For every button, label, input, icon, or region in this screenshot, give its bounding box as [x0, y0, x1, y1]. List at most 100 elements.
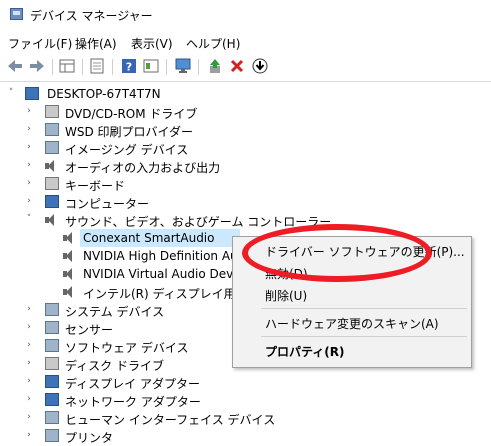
expand-arrow-icon[interactable]: › — [24, 304, 34, 314]
expand-arrow-icon[interactable]: › — [24, 412, 34, 422]
expand-arrow-icon[interactable]: › — [24, 160, 34, 170]
expand-arrow-icon[interactable]: › — [24, 376, 34, 386]
expand-arrow-icon[interactable]: › — [24, 430, 34, 440]
expand-arrow-icon[interactable]: › — [24, 142, 34, 152]
speaker-icon — [63, 249, 73, 262]
collapse-arrow-icon[interactable]: ˅ — [6, 88, 16, 98]
disk-drive-icon — [45, 357, 59, 370]
speaker-icon — [63, 231, 73, 244]
speaker-icon — [45, 159, 55, 172]
menu-update-driver[interactable]: ドライバー ソフトウェアの更新(P)... — [265, 243, 465, 260]
tree-category[interactable]: › イメージング デバイス — [0, 139, 491, 157]
expand-arrow-icon[interactable]: › — [24, 322, 34, 332]
speaker-icon — [63, 267, 73, 280]
expand-arrow-icon[interactable]: › — [24, 178, 34, 188]
category-label: プリンタ — [65, 431, 114, 445]
camera-icon — [45, 141, 59, 154]
expand-arrow-icon[interactable]: › — [24, 196, 34, 206]
tree-category[interactable]: › ネットワーク アダプター — [0, 391, 491, 409]
title-bar: デバイス マネージャー — [0, 0, 491, 32]
printer-icon — [45, 123, 59, 136]
expand-arrow-icon[interactable]: › — [24, 106, 34, 116]
category-label: WSD 印刷プロバイダー — [65, 125, 194, 139]
properties-grid-icon[interactable] — [58, 57, 76, 75]
dvd-drive-icon — [45, 105, 59, 118]
software-device-icon — [45, 339, 59, 352]
menu-action[interactable]: 操作(A) — [75, 35, 117, 52]
category-label: ソフトウェア デバイス — [65, 341, 189, 355]
tree-category-sound[interactable]: ˅ サウンド、ビデオ、およびゲーム コントローラー — [0, 211, 491, 229]
display-adapter-icon — [45, 375, 59, 388]
hid-icon — [45, 411, 59, 424]
page-icon[interactable] — [88, 57, 106, 75]
menu-help[interactable]: ヘルプ(H) — [186, 35, 240, 52]
tree-category[interactable]: › DVD/CD-ROM ドライブ — [0, 103, 491, 121]
sensor-icon — [45, 321, 59, 334]
forward-icon[interactable] — [28, 57, 46, 75]
collapse-arrow-icon[interactable]: ˅ — [24, 214, 34, 224]
category-label: ネットワーク アダプター — [65, 395, 201, 409]
category-label: DVD/CD-ROM ドライブ — [65, 107, 198, 121]
toolbar-separator — [52, 59, 53, 75]
menu-uninstall[interactable]: 削除(U) — [265, 287, 307, 304]
update-driver-icon[interactable] — [206, 57, 224, 75]
category-label: システム デバイス — [65, 305, 165, 319]
tree-category[interactable]: › WSD 印刷プロバイダー — [0, 121, 491, 139]
device-label: Conexant SmartAudio — [83, 231, 215, 245]
download-icon[interactable] — [251, 57, 269, 75]
tree-category[interactable]: › オーディオの入力および出力 — [0, 157, 491, 175]
category-label: ヒューマン インターフェイス デバイス — [65, 413, 276, 427]
expand-arrow-icon[interactable]: › — [24, 124, 34, 134]
tree-category[interactable]: › コンピューター — [0, 193, 491, 211]
root-label: DESKTOP-67T4T7N — [47, 87, 161, 101]
expand-arrow-icon[interactable]: › — [24, 340, 34, 350]
monitor-icon[interactable] — [174, 57, 192, 75]
category-label: ディスク ドライブ — [65, 359, 164, 373]
svg-text:?: ? — [126, 61, 132, 74]
help-icon[interactable]: ? — [120, 57, 138, 75]
system-devices-icon — [45, 303, 59, 316]
tree-category[interactable]: › キーボード — [0, 175, 491, 193]
computer-icon — [25, 87, 39, 100]
menu-separator — [261, 308, 467, 309]
menu-bar: ファイル(F) 操作(A) 表示(V) ヘルプ(H) — [0, 31, 491, 53]
device-label: NVIDIA Virtual Audio Devic — [83, 267, 244, 281]
view-icon[interactable] — [142, 57, 160, 75]
expand-arrow-icon[interactable]: › — [24, 394, 34, 404]
category-label: キーボード — [65, 179, 126, 193]
toolbar-separator — [82, 59, 83, 75]
category-label: オーディオの入力および出力 — [65, 161, 221, 175]
printer-icon — [45, 429, 59, 442]
category-label: サウンド、ビデオ、およびゲーム コントローラー — [65, 215, 332, 229]
menu-file[interactable]: ファイル(F) — [8, 35, 72, 52]
network-adapter-icon — [45, 393, 59, 406]
menu-separator — [261, 336, 467, 337]
menu-view[interactable]: 表示(V) — [131, 35, 173, 52]
speaker-icon — [45, 213, 55, 226]
computer-icon — [45, 195, 59, 208]
tree-category[interactable]: › プリンタ — [0, 427, 491, 445]
device-label: NVIDIA High Definition Aud — [83, 249, 246, 263]
menu-properties[interactable]: プロパティ(R) — [265, 343, 345, 360]
menu-disable[interactable]: 無効(D) — [265, 265, 308, 282]
category-label: ディスプレイ アダプター — [65, 377, 200, 391]
toolbar-separator — [166, 59, 167, 75]
expand-arrow-icon[interactable]: › — [24, 358, 34, 368]
keyboard-icon — [45, 177, 59, 190]
uninstall-x-icon[interactable] — [228, 57, 246, 75]
device-manager-icon — [10, 8, 23, 20]
context-menu: ドライバー ソフトウェアの更新(P)... 無効(D) 削除(U) ハードウェア… — [232, 236, 472, 368]
menu-scan-hardware[interactable]: ハードウェア変更のスキャン(A) — [265, 315, 439, 332]
speaker-icon — [63, 285, 73, 298]
toolbar-separator — [198, 59, 199, 75]
category-label: コンピューター — [65, 197, 150, 211]
back-icon[interactable] — [6, 57, 24, 75]
window-title: デバイス マネージャー — [30, 9, 153, 23]
tree-root[interactable]: ˅ DESKTOP-67T4T7N — [0, 85, 491, 103]
category-label: イメージング デバイス — [65, 143, 189, 157]
category-label: センサー — [65, 323, 114, 337]
tree-category[interactable]: › ヒューマン インターフェイス デバイス — [0, 409, 491, 427]
toolbar-separator — [112, 59, 113, 75]
toolbar: ? — [0, 53, 491, 82]
tree-category[interactable]: › ディスプレイ アダプター — [0, 373, 491, 391]
